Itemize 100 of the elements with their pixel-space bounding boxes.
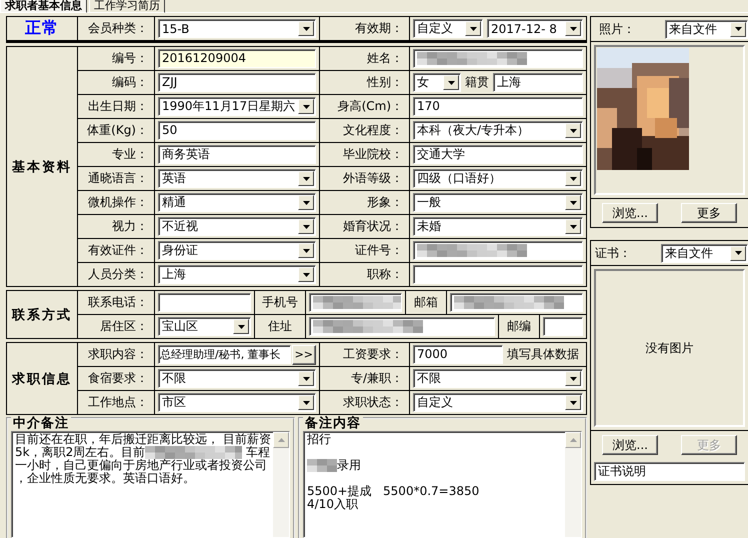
caret-icon (448, 80, 454, 84)
field-label: 工作地点： (78, 391, 154, 414)
browse-button[interactable]: 浏览... (602, 203, 658, 223)
dropdown[interactable]: 不近视 (158, 217, 316, 236)
text-field[interactable] (413, 241, 583, 260)
field-label: 求职内容： (78, 343, 154, 366)
text-field[interactable] (309, 317, 495, 336)
field-label: 邮箱 (406, 291, 446, 314)
caret-icon (302, 248, 310, 252)
text-area[interactable]: 目前还在在职，年后搬迁距离比较远， 目前薪资 5k，离职2周左右。目前 车程 一小时，自己更偏向于房地产行业或者投资公司 ，企业性质无要求。英语口语好。 (11, 431, 290, 538)
field-label: 照片： (599, 20, 636, 38)
field-label: 手机号 (255, 291, 305, 314)
caret-icon (734, 27, 742, 31)
field-label: 食宿要求： (78, 367, 154, 390)
dropdown[interactable]: 2017-12- 8 (487, 19, 583, 38)
note-text: 目前还在在职，年后搬迁距离比较远， 目前薪资 (15, 433, 271, 446)
dropdown[interactable]: 15-B (158, 19, 316, 38)
text-field[interactable]: 50 (158, 121, 316, 140)
dropdown[interactable]: 自定义 (413, 19, 483, 38)
note-text: 4/10入职 (307, 498, 358, 511)
text-field[interactable]: 总经理助理/秘书, 董事长 (158, 345, 291, 364)
scroll-up-icon (278, 438, 284, 442)
text-field[interactable] (309, 293, 402, 312)
caret-icon (570, 224, 576, 228)
field-label: 工资要求： (320, 343, 409, 366)
dropdown[interactable]: 精通 (158, 193, 316, 212)
caret-icon (734, 251, 742, 255)
caret-icon (302, 400, 310, 404)
more-button[interactable]: >> (292, 344, 316, 364)
field-label: 邮编 (499, 315, 539, 338)
section-title: 联系方式 (7, 291, 77, 338)
text-field[interactable]: 20161209004 (158, 49, 316, 68)
text-field[interactable]: 证书说明 (594, 462, 745, 481)
text-field[interactable] (413, 265, 583, 284)
section-title: 求职信息 (7, 343, 77, 414)
field-label: 籍贯 (465, 74, 489, 91)
caret-icon (302, 26, 310, 30)
text-field[interactable] (543, 317, 583, 336)
text-field[interactable]: ZJJ (158, 73, 316, 92)
field-label: 会员种类： (78, 17, 154, 40)
field-label: 外语等级： (320, 167, 409, 190)
note-text: 5k，离职2周左右。目前 (15, 446, 146, 459)
dropdown[interactable]: 四级（口语好） (413, 169, 583, 188)
caret-icon (470, 26, 476, 30)
scroll-up-icon (570, 438, 576, 442)
dropdown[interactable]: 未婚 (413, 217, 583, 236)
text-field[interactable]: 170 (413, 97, 583, 116)
text-field[interactable] (158, 293, 251, 312)
field-label: 出生日期： (78, 95, 154, 118)
text-area[interactable]: 招行 录用 5500+提成 5500*0.7=3850 4/10入职 (303, 431, 582, 538)
field-label: 有效证件： (78, 239, 154, 262)
field-label: 文化程度： (320, 119, 409, 142)
tab[interactable]: 求职者基本信息 (0, 0, 87, 13)
group-title: 备注内容 (303, 416, 363, 431)
text-field[interactable]: 上海 (493, 73, 583, 92)
caret-icon (570, 176, 576, 180)
more-button[interactable]: 更多 (680, 203, 737, 223)
scrollbar[interactable] (273, 432, 289, 537)
field-label: 专/兼职： (320, 367, 409, 390)
tab[interactable]: 工作学习简历 (89, 0, 165, 13)
field-label: 人员分类： (78, 263, 154, 286)
dropdown[interactable]: 上海 (158, 265, 316, 284)
text-field[interactable] (450, 293, 583, 312)
field-label: 通晓语言： (78, 167, 154, 190)
dropdown[interactable]: 自定义 (413, 393, 583, 412)
field-label: 微机操作： (78, 191, 154, 214)
dropdown[interactable]: 市区 (158, 393, 316, 412)
note-text: 车程 (244, 446, 270, 459)
caret-icon (570, 400, 576, 404)
dropdown[interactable]: 英语 (158, 169, 316, 188)
dropdown[interactable]: 女 (413, 73, 461, 92)
caret-icon (302, 104, 310, 108)
dropdown[interactable]: 身份证 (158, 241, 316, 260)
dropdown[interactable]: 来自文件 (665, 20, 748, 38)
group-title: 中介备注 (11, 416, 71, 431)
browse-button[interactable]: 浏览... (602, 435, 658, 455)
dropdown[interactable]: 本科（夜大/专升本） (413, 121, 583, 140)
text-field[interactable]: 7000 (413, 345, 503, 364)
section-title: 基本资料 (7, 47, 77, 286)
dropdown[interactable]: 一般 (413, 193, 583, 212)
text-field[interactable] (413, 49, 583, 68)
caret-icon (238, 324, 244, 328)
field-label: 婚育状况： (320, 215, 409, 238)
text-field[interactable]: 交通大学 (413, 145, 583, 164)
dropdown[interactable]: 不限 (413, 369, 583, 388)
field-label: 编号： (78, 47, 154, 70)
note-text: 录用 (337, 459, 361, 472)
scrollbar[interactable] (565, 432, 581, 537)
text-field[interactable]: 商务英语 (158, 145, 316, 164)
dropdown[interactable]: 宝山区 (158, 317, 251, 336)
caret-icon (570, 128, 576, 132)
field-label: 有效期： (320, 17, 409, 40)
note-text: 招行 (307, 433, 331, 446)
dropdown[interactable]: 来自文件 (661, 244, 748, 262)
dropdown[interactable]: 不限 (158, 369, 316, 388)
dropdown[interactable]: 1990年11月17日星期六 (158, 97, 316, 116)
caret-icon (302, 176, 310, 180)
caret-icon (570, 26, 576, 30)
caret-icon (570, 200, 576, 204)
note-text: 5500+提成 5500*0.7=3850 (307, 485, 480, 498)
